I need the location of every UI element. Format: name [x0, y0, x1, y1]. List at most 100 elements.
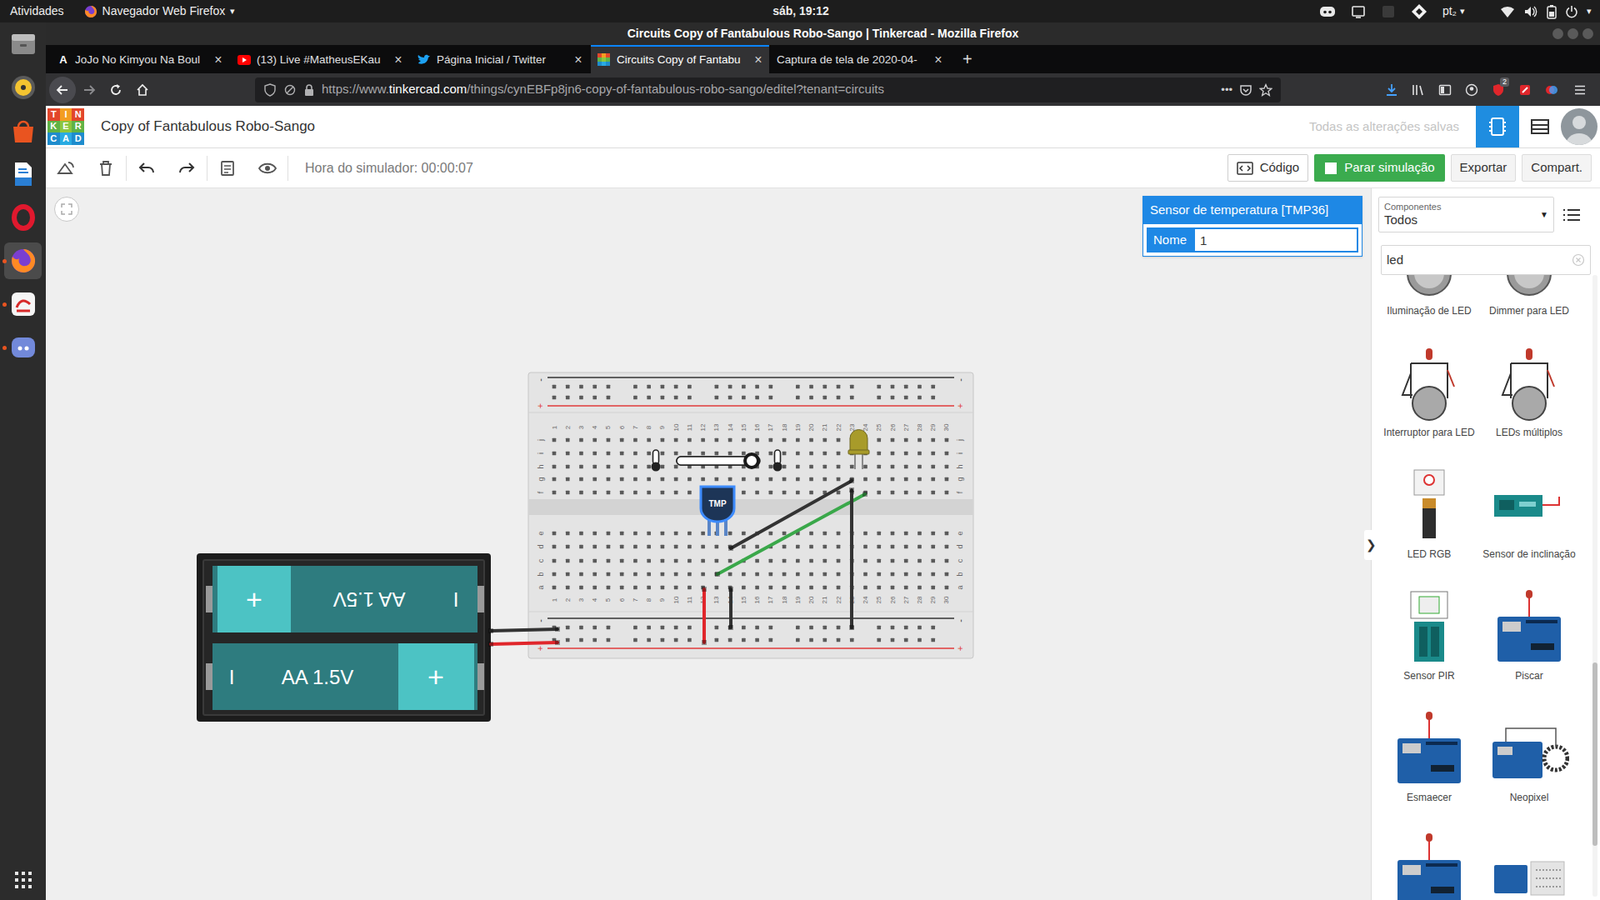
search-field[interactable]: [1380, 245, 1591, 275]
app-menu-arrow[interactable]: ▾: [230, 4, 235, 19]
list-icon[interactable]: [1562, 207, 1581, 223]
component-label[interactable]: Iluminação de LED: [1385, 305, 1473, 318]
dock-item[interactable]: [0, 115, 46, 146]
tab-close-button[interactable]: ×: [930, 50, 946, 70]
circuit-view-button[interactable]: [1475, 105, 1520, 148]
visibility-button[interactable]: [247, 148, 288, 188]
wire[interactable]: [728, 586, 734, 630]
clear-search-icon[interactable]: [1571, 253, 1585, 267]
breadboard-small-thumbnail-icon[interactable]: [1489, 831, 1570, 900]
collapse-panel-button[interactable]: ❯: [1364, 530, 1379, 560]
temperature-slider[interactable]: [676, 454, 760, 468]
button-label[interactable]: Parar simulação: [1344, 158, 1435, 178]
downloads-button[interactable]: [1378, 83, 1405, 97]
writer-icon[interactable]: [8, 159, 39, 190]
arduino-thumbnail-icon[interactable]: [1389, 710, 1470, 787]
slider-knob[interactable]: [745, 454, 759, 468]
opera-icon[interactable]: [8, 202, 39, 233]
sidebar-button[interactable]: [1431, 83, 1459, 97]
extension-button[interactable]: [1511, 83, 1539, 97]
music-icon[interactable]: [8, 72, 39, 103]
component-label[interactable]: Piscar: [1513, 670, 1545, 683]
component-item[interactable]: Esmaecer: [1379, 706, 1480, 829]
delete-button[interactable]: [85, 148, 126, 188]
app-name[interactable]: Navegador Web Firefox: [102, 2, 226, 20]
led[interactable]: [848, 430, 870, 470]
system-menu[interactable]: ▾: [1500, 4, 1592, 20]
home-button[interactable]: [129, 76, 156, 104]
forward-button[interactable]: [75, 76, 103, 104]
screenshot-icon[interactable]: [8, 289, 39, 320]
design-title[interactable]: Copy of Fantabulous Robo-Sango: [100, 115, 315, 138]
discord-tray-icon[interactable]: [1319, 5, 1336, 19]
scrollbar-thumb[interactable]: [1592, 662, 1598, 846]
toolbar-button[interactable]: Código: [1227, 154, 1310, 182]
minimize-button[interactable]: [1552, 28, 1564, 40]
account-button[interactable]: [1458, 83, 1485, 97]
close-button[interactable]: [1582, 28, 1594, 40]
battery-pack[interactable]: +IAA 1.5V+IAA 1.5V: [196, 553, 491, 722]
motor-thumbnail-icon[interactable]: [1389, 275, 1470, 300]
pocket-icon[interactable]: [1239, 83, 1253, 97]
component-item[interactable]: Neopixel: [1479, 706, 1580, 829]
tab-close-button[interactable]: ×: [210, 50, 226, 70]
component-label[interactable]: LEDs múltiplos: [1494, 426, 1565, 440]
undo-button[interactable]: [126, 148, 167, 188]
component-item[interactable]: Sensor de inclinação: [1479, 463, 1580, 585]
pir-thumbnail-icon[interactable]: [1389, 588, 1470, 665]
rotate-button[interactable]: [45, 148, 86, 188]
dock-item[interactable]: [0, 72, 46, 103]
extension-button[interactable]: 2: [1485, 83, 1512, 97]
tab-close-button[interactable]: ×: [570, 50, 586, 70]
browser-tab[interactable]: AJoJo No Kimyou Na Boul×: [50, 45, 230, 74]
button-label[interactable]: Compart.: [1530, 158, 1583, 178]
library-button[interactable]: [1405, 83, 1432, 97]
wire[interactable]: [701, 586, 707, 645]
battery-cell[interactable]: +IAA 1.5V: [205, 643, 485, 710]
component-item[interactable]: Interruptor para LED: [1379, 341, 1480, 464]
component-label[interactable]: Sensor de inclinação: [1480, 548, 1577, 561]
breadboard[interactable]: --++--++11223344556677889910101111121213…: [528, 372, 974, 659]
search-input[interactable]: [1386, 250, 1572, 270]
led-circuit-thumbnail-icon[interactable]: [1489, 345, 1570, 422]
browser-tab[interactable]: Página Inicial / Twitter×: [410, 45, 590, 74]
app-tray-icon[interactable]: [1380, 4, 1396, 20]
activities-button[interactable]: Atividades: [10, 2, 65, 20]
component-label[interactable]: LED RGB: [1405, 548, 1454, 561]
button-label[interactable]: Exportar: [1460, 158, 1508, 178]
keyboard-layout-arrow[interactable]: ▾: [1460, 4, 1465, 19]
component-item[interactable]: [1379, 828, 1480, 900]
schematic-view-button[interactable]: [1519, 105, 1561, 148]
dock-item[interactable]: [0, 245, 46, 276]
module-thumbnail-icon[interactable]: [1489, 466, 1570, 544]
component-item[interactable]: [1479, 828, 1580, 900]
browser-tab[interactable]: Captura de tela de 2020-04-×: [770, 45, 950, 74]
fit-view-button[interactable]: [54, 196, 80, 222]
url-domain[interactable]: tinkercad.com: [389, 81, 467, 96]
diamond-tray-icon[interactable]: [1410, 3, 1428, 20]
keyboard-layout-label[interactable]: pt₂: [1442, 2, 1457, 20]
component-label[interactable]: Sensor PIR: [1401, 670, 1456, 683]
address-field[interactable]: https://www.tinkercad.com/things/cynEBFp…: [255, 77, 1281, 103]
wire[interactable]: [715, 491, 868, 577]
wire[interactable]: [488, 640, 560, 647]
app-menu[interactable]: Navegador Web Firefox ▾: [84, 2, 236, 20]
battery-led-thumbnail-icon[interactable]: [1389, 466, 1470, 544]
led-circuit-thumbnail-icon[interactable]: [1389, 345, 1470, 422]
component-label[interactable]: Dimmer para LED: [1487, 305, 1571, 318]
filter-arrow[interactable]: ▼: [1540, 208, 1549, 221]
dock-item[interactable]: [0, 332, 46, 363]
shield-icon[interactable]: [263, 83, 277, 97]
component-label[interactable]: Neopixel: [1508, 791, 1551, 805]
url-path[interactable]: /things/cynEBFp8jn6-copy-of-fantabulous-…: [466, 81, 885, 96]
circuit-scene[interactable]: --++--++11223344556677889910101111121213…: [45, 188, 1371, 900]
reload-button[interactable]: [102, 76, 130, 104]
discord-icon[interactable]: [8, 332, 39, 363]
tab-close-button[interactable]: ×: [390, 50, 406, 70]
wire[interactable]: [728, 478, 855, 551]
tab-title[interactable]: JoJo No Kimyou Na Boul: [75, 51, 206, 69]
scrollbar[interactable]: [1592, 275, 1598, 897]
tab-title[interactable]: Circuits Copy of Fantabu: [616, 51, 746, 69]
toolbar-button[interactable]: Exportar: [1450, 154, 1517, 182]
circuit-canvas[interactable]: --++--++11223344556677889910101111121213…: [45, 188, 1371, 900]
